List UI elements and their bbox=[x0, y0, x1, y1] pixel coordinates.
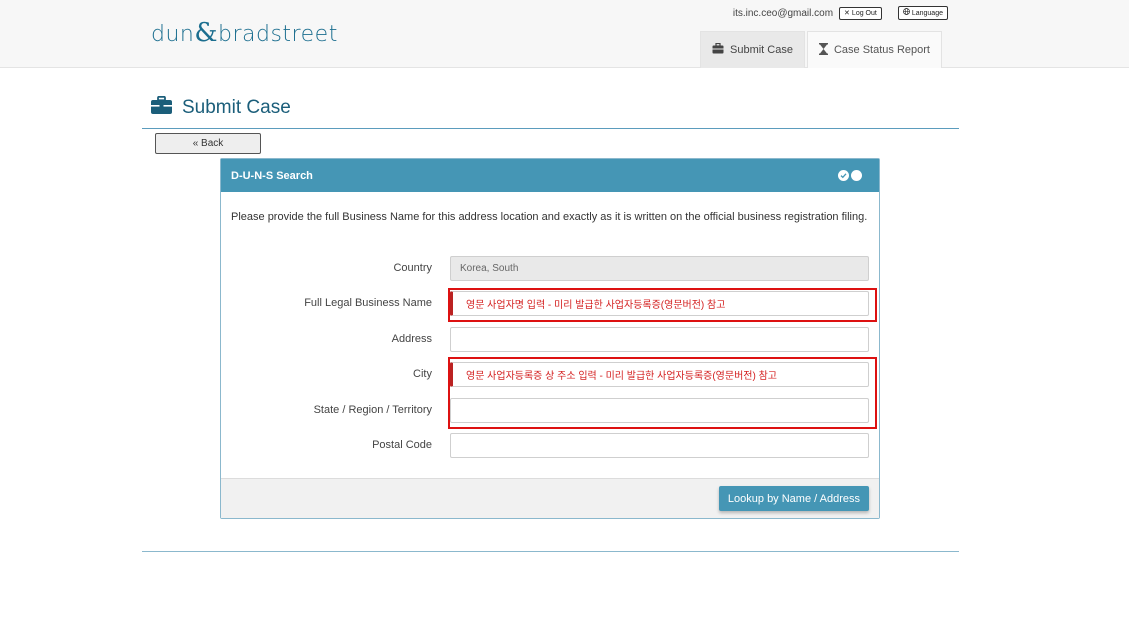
annotation-box-city-state bbox=[448, 357, 877, 429]
panel-header: D-U-N-S Search bbox=[221, 159, 879, 192]
briefcase-icon bbox=[151, 95, 172, 119]
form-row-country: Country Korea, South bbox=[221, 256, 881, 281]
tab-label: Submit Case bbox=[730, 44, 793, 56]
close-icon: ✕ bbox=[844, 9, 850, 17]
tab-case-status-report[interactable]: Case Status Report bbox=[806, 31, 942, 68]
address-input[interactable] bbox=[450, 327, 869, 352]
form-row-address: Address bbox=[221, 327, 881, 352]
country-field: Korea, South bbox=[450, 256, 869, 281]
panel-toggles bbox=[838, 170, 862, 181]
title-divider bbox=[142, 128, 959, 129]
logout-button[interactable]: ✕ Log Out bbox=[839, 6, 882, 20]
panel-title: D-U-N-S Search bbox=[231, 169, 313, 182]
hourglass-icon bbox=[818, 42, 828, 58]
panel-description: Please provide the full Business Name fo… bbox=[231, 211, 868, 223]
field-label: Address bbox=[391, 333, 432, 345]
top-header: dun&bradstreet its.inc.ceo@gmail.com ✕ L… bbox=[0, 0, 1129, 68]
annotation-box-business-name bbox=[448, 288, 877, 322]
user-bar: its.inc.ceo@gmail.com ✕ Log Out Language bbox=[733, 6, 948, 20]
field-label: Postal Code bbox=[372, 439, 432, 451]
logo-text-bradstreet: bradstreet bbox=[218, 22, 338, 47]
logo-text-dun: dun bbox=[151, 22, 195, 47]
lookup-button[interactable]: Lookup by Name / Address bbox=[718, 486, 869, 511]
tab-label: Case Status Report bbox=[833, 44, 930, 56]
user-email: its.inc.ceo@gmail.com bbox=[732, 7, 834, 19]
bottom-divider bbox=[142, 551, 959, 552]
back-button[interactable]: « Back bbox=[155, 133, 261, 154]
page-title: Submit Case bbox=[151, 95, 291, 119]
page-title-text: Submit Case bbox=[182, 96, 291, 118]
logo-ampersand: & bbox=[194, 18, 219, 48]
logout-label: Log Out bbox=[851, 9, 877, 17]
check-circle-icon[interactable] bbox=[838, 170, 849, 181]
main-tabs: Submit Case Case Status Report bbox=[700, 31, 942, 68]
form-row-postal-code: Postal Code bbox=[221, 433, 881, 458]
postal-code-input[interactable] bbox=[450, 433, 869, 458]
panel-footer: Lookup by Name / Address bbox=[221, 478, 879, 518]
duns-search-panel: D-U-N-S Search Please provide the full B… bbox=[220, 158, 880, 519]
field-label: Full Legal Business Name bbox=[304, 297, 432, 309]
field-label: Country bbox=[393, 262, 432, 274]
dnb-logo[interactable]: dun&bradstreet bbox=[151, 18, 338, 48]
language-button[interactable]: Language bbox=[897, 6, 948, 20]
language-label: Language bbox=[911, 9, 943, 17]
globe-icon bbox=[902, 8, 910, 18]
briefcase-icon bbox=[712, 42, 724, 57]
field-label: City bbox=[413, 368, 432, 380]
circle-icon[interactable] bbox=[851, 170, 862, 181]
field-label: State / Region / Territory bbox=[313, 404, 432, 416]
tab-submit-case[interactable]: Submit Case bbox=[700, 31, 805, 68]
